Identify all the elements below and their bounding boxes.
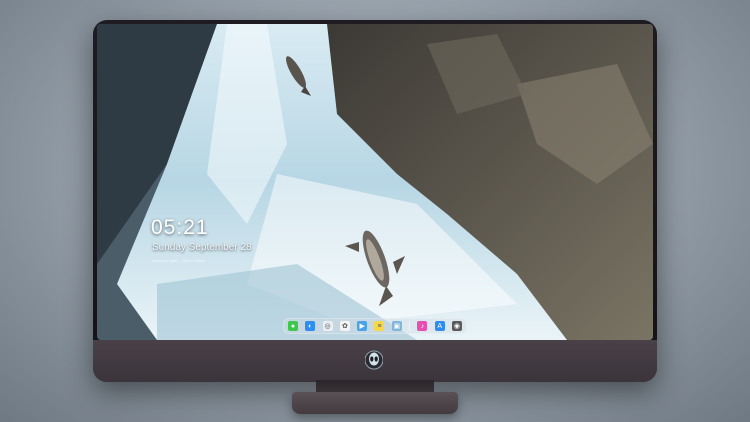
monitor-stand bbox=[292, 392, 458, 414]
lock-note: Welcome back · Tap to unlock bbox=[152, 258, 206, 263]
safari-icon[interactable]: ◎ bbox=[322, 321, 333, 331]
app-store-icon[interactable]: A bbox=[434, 321, 445, 331]
preview-icon[interactable]: ▣ bbox=[391, 321, 402, 331]
photos-icon[interactable]: ✿ bbox=[339, 321, 350, 331]
camera-icon[interactable]: ◉ bbox=[451, 321, 462, 331]
music-icon[interactable]: ♪ bbox=[417, 321, 428, 331]
waterfall-wallpaper bbox=[97, 24, 653, 340]
alien-logo-icon bbox=[365, 350, 383, 370]
monitor: 05:21 Sunday September 28 Welcome back ·… bbox=[93, 20, 657, 382]
finder-icon[interactable]: ◐ bbox=[305, 321, 316, 331]
screen: 05:21 Sunday September 28 Welcome back ·… bbox=[97, 24, 653, 340]
dock-separator bbox=[409, 321, 411, 331]
video-icon[interactable]: ▶ bbox=[357, 321, 368, 331]
lock-date: Sunday September 28 bbox=[152, 242, 252, 253]
dock: ● ◐ ◎ ✿ ▶ ≡ ▣ ♪ A ◉ bbox=[283, 318, 467, 334]
notes-icon[interactable]: ≡ bbox=[374, 321, 385, 331]
lock-clock: 05:21 bbox=[151, 216, 209, 239]
monitor-chin bbox=[93, 340, 657, 382]
messages-icon[interactable]: ● bbox=[288, 321, 298, 331]
